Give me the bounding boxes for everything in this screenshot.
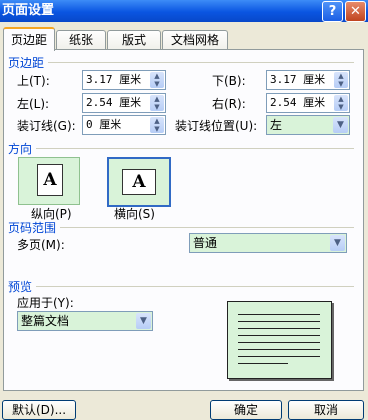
spin-arrows-icon[interactable]: ▲ ▼ xyxy=(334,95,348,111)
landscape-page-icon: A xyxy=(122,169,156,195)
spin-arrows-icon[interactable]: ▲ ▼ xyxy=(150,117,164,133)
title-bar[interactable]: 页面设置 ? ✕ xyxy=(0,0,368,22)
top-margin-value: 3.17 厘米 xyxy=(86,73,142,86)
preview-line xyxy=(238,342,320,343)
preview-line xyxy=(238,321,320,322)
left-margin-label: 左(L): xyxy=(17,97,50,111)
chevron-down-icon[interactable]: ▼ xyxy=(136,313,151,329)
landscape-option[interactable]: A xyxy=(107,157,171,207)
apply-to-label: 应用于(Y): xyxy=(17,296,74,310)
tab-layout[interactable]: 版式 xyxy=(107,30,161,50)
gutter-position-label: 装订线位置(U): xyxy=(175,119,258,133)
tab-paper[interactable]: 纸张 xyxy=(56,30,106,50)
spin-arrows-icon[interactable]: ▲ ▼ xyxy=(150,95,164,111)
gutter-value: 0 厘米 xyxy=(86,118,122,131)
preview-line xyxy=(238,314,320,315)
multiple-pages-select[interactable]: 普通 ▼ xyxy=(189,233,347,253)
close-icon: ✕ xyxy=(350,4,361,19)
cancel-button[interactable]: 取消 xyxy=(288,400,364,420)
tab-margins[interactable]: 页边距 xyxy=(3,27,55,51)
multiple-pages-value: 普通 xyxy=(193,236,218,250)
gutter-position-value: 左 xyxy=(270,118,283,132)
gutter-position-select[interactable]: 左 ▼ xyxy=(266,115,350,135)
spin-arrows-icon[interactable]: ▲ ▼ xyxy=(334,72,348,88)
preview-line xyxy=(238,349,320,350)
portrait-option[interactable]: A xyxy=(18,157,80,205)
close-button[interactable]: ✕ xyxy=(345,1,366,22)
divider xyxy=(36,286,354,287)
right-margin-value: 2.54 厘米 xyxy=(270,96,326,109)
portrait-page-icon: A xyxy=(37,164,63,196)
bottom-margin-value: 3.17 厘米 xyxy=(270,73,326,86)
apply-to-select[interactable]: 整篇文档 ▼ xyxy=(17,311,153,331)
preview-line xyxy=(238,356,320,357)
preview-line xyxy=(238,335,320,336)
orientation-section-title: 方向 xyxy=(8,142,33,156)
chevron-down-icon[interactable]: ▼ xyxy=(333,117,348,133)
preview-line xyxy=(238,363,288,364)
chevron-down-icon[interactable]: ▼ xyxy=(330,235,345,251)
gutter-spinner[interactable]: 0 厘米 ▲ ▼ xyxy=(82,115,166,135)
divider xyxy=(60,227,354,228)
pages-section-title: 页码范围 xyxy=(8,221,57,235)
multiple-pages-label: 多页(M): xyxy=(17,238,65,252)
landscape-label: 横向(S) xyxy=(114,207,155,221)
bottom-margin-label: 下(B): xyxy=(212,74,246,88)
divider xyxy=(36,148,354,149)
window-title: 页面设置 xyxy=(2,3,55,18)
left-margin-spinner[interactable]: 2.54 厘米 ▲ ▼ xyxy=(82,93,166,113)
preview-section-title: 预览 xyxy=(8,280,33,294)
gutter-label: 装订线(G): xyxy=(17,119,76,133)
left-margin-value: 2.54 厘米 xyxy=(86,96,142,109)
ok-button[interactable]: 确定 xyxy=(210,400,282,420)
spin-arrows-icon[interactable]: ▲ ▼ xyxy=(150,72,164,88)
help-button[interactable]: ? xyxy=(322,1,343,22)
divider xyxy=(48,62,354,63)
right-margin-label: 右(R): xyxy=(212,97,246,111)
bottom-margin-spinner[interactable]: 3.17 厘米 ▲ ▼ xyxy=(266,70,350,90)
top-margin-spinner[interactable]: 3.17 厘米 ▲ ▼ xyxy=(82,70,166,90)
margins-section-title: 页边距 xyxy=(8,56,45,70)
tab-document-grid[interactable]: 文档网格 xyxy=(162,30,228,50)
preview-line xyxy=(238,328,320,329)
default-button[interactable]: 默认(D)... xyxy=(2,400,76,420)
apply-to-value: 整篇文档 xyxy=(21,314,70,328)
page-preview xyxy=(227,301,332,379)
top-margin-label: 上(T): xyxy=(17,74,50,88)
right-margin-spinner[interactable]: 2.54 厘米 ▲ ▼ xyxy=(266,93,350,113)
